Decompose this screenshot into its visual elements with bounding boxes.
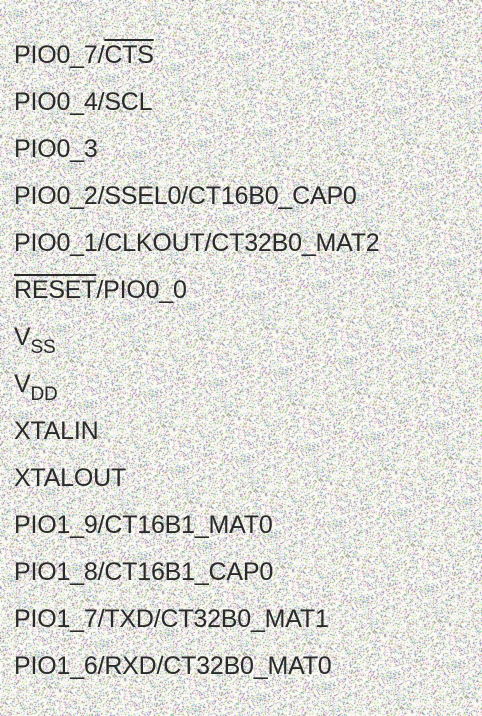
pin-label-text: PIO0_2/SSEL0/CT16B0_CAP0	[14, 182, 357, 210]
pin-label-text: V	[14, 323, 31, 351]
pin-label: PIO0_1/CLKOUT/CT32B0_MAT2	[14, 224, 380, 271]
pin-label-text: PIO1_6/RXD/CT32B0_MAT0	[14, 652, 332, 680]
pin-label: PIO0_7/CTS	[14, 36, 380, 83]
pin-label: PIO1_7/TXD/CT32B0_MAT1	[14, 600, 380, 647]
pin-label-diagram: PIO0_7/CTS PIO0_4/SCL PIO0_3 PIO0_2/SSEL0/C…	[0, 0, 482, 716]
pin-label: PIO0_2/SSEL0/CT16B0_CAP0	[14, 177, 380, 224]
pin-label-active-low: CTS	[104, 41, 154, 69]
pin-label: PIO0_3	[14, 130, 380, 177]
pin-label-text: XTALIN	[14, 417, 99, 445]
pin-label: VSS	[14, 318, 380, 365]
pin-label-text: PIO0_1/CLKOUT/CT32B0_MAT2	[14, 229, 380, 257]
pin-label-text: V	[14, 370, 31, 398]
pin-label-active-low: RESET	[14, 276, 97, 304]
pin-label: XTALOUT	[14, 459, 380, 506]
pin-label: XTALIN	[14, 412, 380, 459]
pin-label-text: PIO0_7/	[14, 41, 105, 69]
pin-label-text: PIO0_3	[14, 135, 98, 163]
pin-label-text: PIO1_9/CT16B1_MAT0	[14, 511, 273, 539]
pin-label: PIO0_4/SCL	[14, 83, 380, 130]
pin-label: PIO1_9/CT16B1_MAT0	[14, 506, 380, 553]
pin-label: PIO1_8/CT16B1_CAP0	[14, 553, 380, 600]
pin-label: PIO1_6/RXD/CT32B0_MAT0	[14, 647, 380, 694]
pin-label-text: PIO1_8/CT16B1_CAP0	[14, 558, 274, 586]
pin-label-text: XTALOUT	[14, 464, 127, 492]
pin-label-text: /PIO0_0	[96, 276, 187, 304]
pin-label: RESET/PIO0_0	[14, 271, 380, 318]
pin-label-text: PIO0_4/SCL	[14, 88, 153, 116]
pin-label-text: PIO1_7/TXD/CT32B0_MAT1	[14, 605, 329, 633]
pin-list: PIO0_7/CTS PIO0_4/SCL PIO0_3 PIO0_2/SSEL0/C…	[14, 36, 380, 694]
pin-label: VDD	[14, 365, 380, 412]
